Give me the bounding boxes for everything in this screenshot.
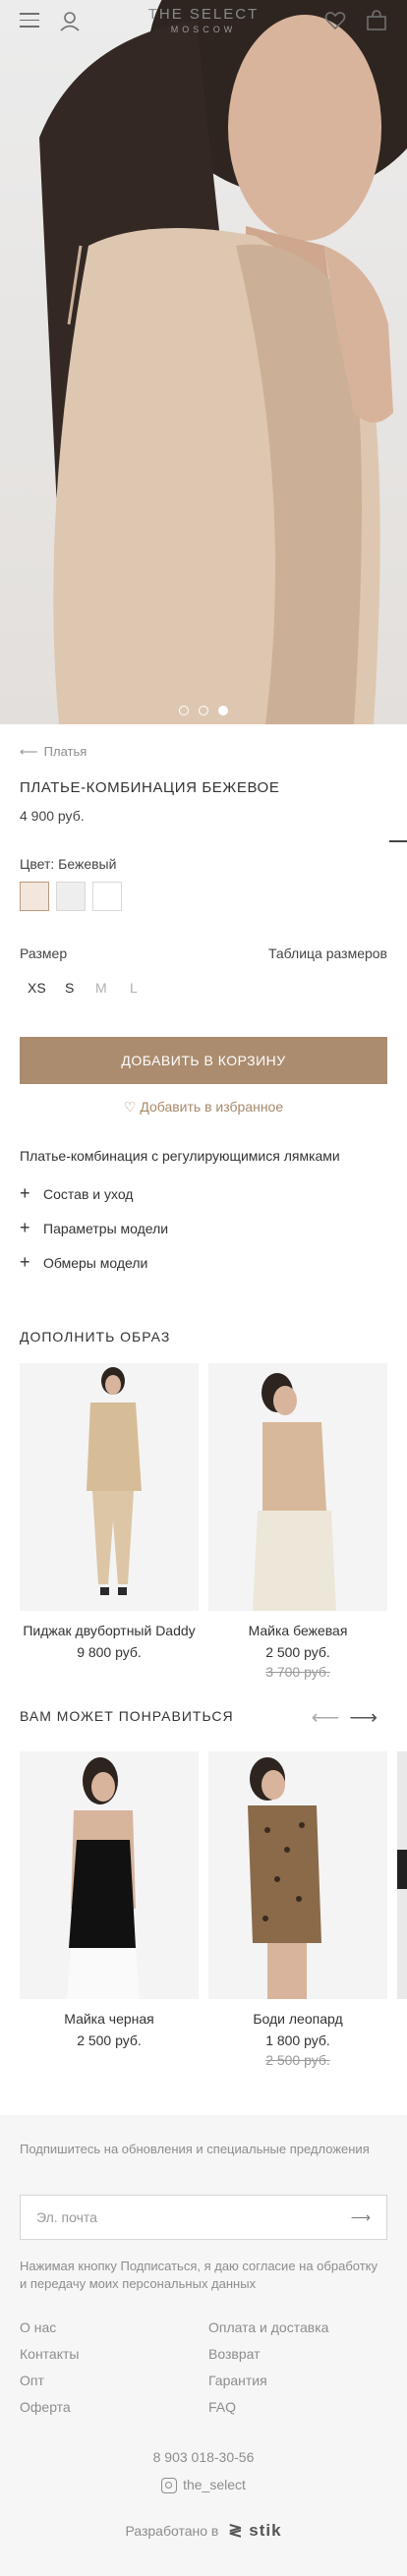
arrow-left-icon: ⟵ bbox=[20, 744, 38, 759]
leopard-body-photo bbox=[208, 1751, 387, 1999]
footer-link-delivery[interactable]: Оплата и доставка bbox=[208, 2319, 328, 2335]
subscribe-text: Подпишитесь на обновления и специальные … bbox=[20, 2142, 370, 2156]
add-to-favorites-link[interactable]: ♡ Добавить в избранное bbox=[0, 1099, 407, 1116]
plus-icon: + bbox=[20, 1252, 30, 1272]
product-hero-image[interactable] bbox=[0, 0, 407, 724]
recommended-heading: ВАМ МОЖЕТ ПОНРАВИТЬСЯ bbox=[20, 1708, 234, 1724]
bag-icon[interactable] bbox=[366, 9, 387, 30]
consent-text: Нажимая кнопку Подписаться, я даю соглас… bbox=[20, 2259, 378, 2291]
product-image[interactable] bbox=[208, 1751, 387, 1999]
product-card[interactable]: Майка бежевая 2 500 руб. 3 700 руб. bbox=[208, 1363, 387, 1680]
footer-link-faq[interactable]: FAQ bbox=[208, 2399, 236, 2415]
jacket-photo bbox=[20, 1363, 199, 1611]
model-photo bbox=[39, 0, 407, 724]
footer-link-about[interactable]: О нас bbox=[20, 2319, 56, 2335]
instagram-icon bbox=[161, 2478, 178, 2494]
plus-icon: + bbox=[20, 1218, 30, 1237]
plus-icon: + bbox=[20, 1183, 30, 1203]
arrow-left-icon[interactable]: ⟵ bbox=[312, 1707, 350, 1729]
instagram-handle: the_select bbox=[183, 2477, 246, 2492]
footer-link-wholesale[interactable]: Опт bbox=[20, 2373, 44, 2388]
email-placeholder: Эл. почта bbox=[36, 2209, 97, 2225]
heart-icon[interactable] bbox=[324, 11, 346, 30]
side-scroll-indicator bbox=[389, 840, 407, 842]
stik-logo-icon: ≷ bbox=[228, 2521, 244, 2540]
next-card-peek[interactable] bbox=[397, 1751, 407, 1999]
product-price: 1 800 руб. bbox=[265, 2032, 330, 2048]
add-to-cart-button[interactable]: ДОБАВИТЬ В КОРЗИНУ bbox=[20, 1037, 387, 1084]
size-option[interactable]: L bbox=[130, 980, 138, 996]
email-field[interactable]: Эл. почта ⟶ bbox=[20, 2195, 387, 2240]
product-image[interactable] bbox=[20, 1751, 199, 1999]
footer-phone[interactable]: 8 903 018-30-56 bbox=[0, 2449, 407, 2465]
carousel-arrows: ⟵⟶ bbox=[312, 1705, 387, 1730]
size-option[interactable]: M bbox=[95, 980, 107, 996]
product-name[interactable]: Майка бежевая bbox=[208, 1623, 387, 1638]
slider-dot[interactable] bbox=[199, 706, 208, 716]
beige-top-photo bbox=[208, 1363, 387, 1611]
footer-link-warranty[interactable]: Гарантия bbox=[208, 2373, 267, 2388]
site-header: THE SELECT MOSCOW bbox=[0, 0, 407, 43]
product-price: 2 500 руб. bbox=[77, 2032, 142, 2048]
arrow-right-icon[interactable]: ⟶ bbox=[349, 1707, 387, 1729]
slider-dots bbox=[0, 703, 407, 720]
product-image[interactable] bbox=[20, 1363, 199, 1611]
accordion-measurements[interactable]: + Обмеры модели bbox=[20, 1252, 148, 1272]
product-name[interactable]: Боди леопард bbox=[208, 2011, 387, 2027]
size-option[interactable]: XS bbox=[28, 980, 46, 996]
accordion-label: Состав и уход bbox=[43, 1186, 134, 1202]
developer-credit[interactable]: Разработано в ≷ stik bbox=[0, 2521, 407, 2541]
heart-icon: ♡ bbox=[123, 1099, 137, 1115]
product-price: 2 500 руб. bbox=[265, 1644, 330, 1660]
color-swatch-beige[interactable] bbox=[20, 882, 49, 911]
size-table-link[interactable]: Таблица размеров bbox=[268, 945, 387, 961]
accordion-label: Параметры модели bbox=[43, 1221, 169, 1236]
black-top-photo bbox=[20, 1751, 199, 1999]
product-card[interactable]: Пиджак двубортный Daddy 9 800 руб. bbox=[20, 1363, 199, 1660]
accordion-label: Обмеры модели bbox=[43, 1255, 148, 1271]
footer-link-returns[interactable]: Возврат bbox=[208, 2346, 261, 2362]
product-image[interactable] bbox=[208, 1363, 387, 1611]
footer-link-contacts[interactable]: Контакты bbox=[20, 2346, 79, 2362]
product-description: Платье-комбинация с регулирующимися лямк… bbox=[20, 1148, 340, 1164]
footer-link-offer[interactable]: Оферта bbox=[20, 2399, 71, 2415]
product-name[interactable]: Пиджак двубортный Daddy bbox=[20, 1623, 199, 1638]
favorite-label: Добавить в избранное bbox=[140, 1099, 284, 1115]
slider-dot[interactable] bbox=[179, 706, 189, 716]
developer-logo: ≷ stik bbox=[228, 2521, 281, 2540]
color-swatch-grey[interactable] bbox=[56, 882, 86, 911]
accordion-model-params[interactable]: + Параметры модели bbox=[20, 1218, 169, 1237]
accordion-composition[interactable]: + Состав и уход bbox=[20, 1183, 134, 1203]
complete-look-heading: ДОПОЛНИТЬ ОБРАЗ bbox=[20, 1329, 171, 1345]
product-price: 9 800 руб. bbox=[77, 1644, 142, 1660]
size-label: Размер bbox=[20, 945, 68, 961]
product-card[interactable]: Майка черная 2 500 руб. bbox=[20, 1751, 199, 2048]
product-title: ПЛАТЬЕ-КОМБИНАЦИЯ БЕЖЕВОЕ bbox=[20, 779, 280, 796]
size-option[interactable]: S bbox=[65, 980, 74, 996]
developer-name: stik bbox=[249, 2521, 282, 2540]
product-old-price: 3 700 руб. bbox=[265, 1664, 330, 1680]
slider-dot[interactable] bbox=[218, 706, 228, 716]
arrow-right-icon[interactable]: ⟶ bbox=[351, 2209, 371, 2226]
color-label: Цвет: Бежевый bbox=[20, 856, 117, 872]
product-price: 4 900 руб. bbox=[20, 808, 85, 824]
breadcrumb-back-link[interactable]: ⟵ Платья bbox=[20, 744, 87, 760]
developer-label: Разработано в bbox=[125, 2523, 219, 2539]
color-swatch-white[interactable] bbox=[92, 882, 122, 911]
product-old-price: 2 500 руб. bbox=[265, 2052, 330, 2068]
product-name[interactable]: Майка черная bbox=[20, 2011, 199, 2027]
instagram-link[interactable]: the_select bbox=[0, 2477, 407, 2494]
product-card[interactable]: Боди леопард 1 800 руб. 2 500 руб. bbox=[208, 1751, 387, 2068]
back-label: Платья bbox=[43, 744, 87, 759]
